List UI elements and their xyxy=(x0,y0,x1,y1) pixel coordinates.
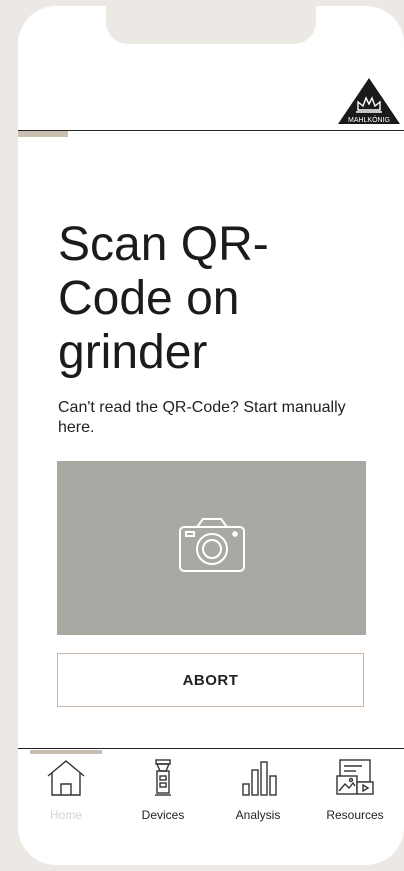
nav-label-resources: Resources xyxy=(326,808,384,822)
phone-frame: MAHLKÖNIG Scan QR-Code on grinder Can't … xyxy=(18,6,404,865)
nav-label-devices: Devices xyxy=(141,808,185,822)
nav-item-home[interactable]: Home xyxy=(26,758,106,822)
home-icon xyxy=(47,760,85,796)
page-title: Scan QR-Code on grinder xyxy=(58,218,269,379)
nav-divider xyxy=(18,748,404,749)
nav-label-home: Home xyxy=(49,808,82,822)
nav-item-analysis[interactable]: Analysis xyxy=(218,758,298,822)
camera-icon xyxy=(179,518,245,572)
notch xyxy=(106,6,316,44)
resources-icon xyxy=(336,759,374,795)
camera-scan-area[interactable] xyxy=(57,461,366,635)
header-divider xyxy=(18,130,404,131)
grinder-icon xyxy=(155,759,171,796)
bottom-nav: Home Devices Analysis Resources xyxy=(18,758,404,838)
nav-active-indicator xyxy=(30,750,102,754)
logo-text: MAHLKÖNIG xyxy=(348,116,390,124)
header-accent xyxy=(18,131,68,137)
nav-item-resources[interactable]: Resources xyxy=(315,758,395,822)
manual-start-hint[interactable]: Can't read the QR-Code? Start manually h… xyxy=(58,398,358,438)
mahlkonig-logo: MAHLKÖNIG xyxy=(338,78,400,124)
nav-item-devices[interactable]: Devices xyxy=(123,758,203,822)
nav-label-analysis: Analysis xyxy=(235,808,281,822)
abort-button[interactable]: ABORT xyxy=(57,653,364,707)
bar-chart-icon xyxy=(242,761,277,796)
